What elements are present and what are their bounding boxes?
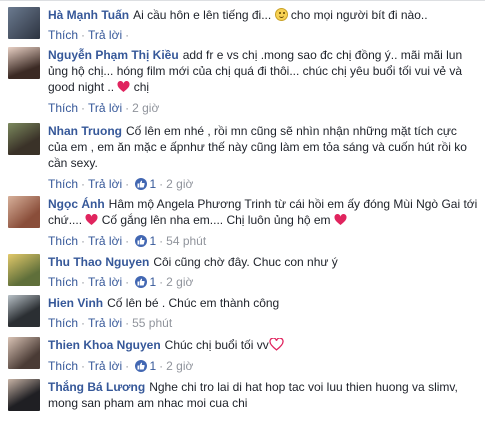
commenter-name[interactable]: Nguyễn Phạm Thị Kiều bbox=[48, 48, 179, 62]
commenter-name[interactable]: Thien Khoa Nguyen bbox=[48, 338, 161, 352]
timestamp[interactable]: 2 giờ bbox=[166, 359, 193, 373]
comment-actions: Thích · Trả lời · 1 · 2 giờ bbox=[48, 359, 193, 373]
comment-list: Hà Mạnh Tuấn Ai cầu hôn e lên tiếng đi...… bbox=[0, 0, 485, 438]
smile-emoji-icon bbox=[274, 8, 288, 21]
comment-body: Ngọc Ánh Hâm mộ Angela Phương Trinh từ cá… bbox=[48, 196, 479, 228]
like-count[interactable]: 1 bbox=[149, 359, 156, 373]
commenter-name[interactable]: Nhan Truong bbox=[48, 124, 122, 138]
comment-text: Côi cũng chờ đây. Chuc con như ý bbox=[153, 255, 338, 269]
like-link[interactable]: Thích bbox=[48, 177, 78, 191]
comment-text-mid: Cố gắng lên nha em.... Chị luôn ủng hộ e… bbox=[98, 213, 334, 227]
comment-actions: Thích · Trả lời · 2 giờ bbox=[48, 101, 159, 115]
separator: · bbox=[125, 234, 130, 248]
like-count[interactable]: 1 bbox=[149, 234, 156, 248]
heart-icon bbox=[117, 81, 130, 92]
comment-actions: Thích · Trả lời · 1 · 2 giờ bbox=[48, 177, 193, 191]
separator: · bbox=[81, 316, 86, 330]
comment-actions: Thích · Trả lời · bbox=[48, 28, 132, 42]
avatar[interactable] bbox=[8, 295, 40, 327]
avatar[interactable] bbox=[8, 196, 40, 228]
reply-link[interactable]: Trả lời bbox=[88, 316, 122, 330]
comment-body: Nguyễn Phạm Thị Kiều add fr e vs chị .mon… bbox=[48, 47, 479, 95]
heart-icon bbox=[85, 214, 98, 225]
separator: · bbox=[81, 177, 86, 191]
comment-body: Hien Vinh Cố lên bé . Chúc em thành công bbox=[48, 295, 479, 311]
comment-actions: Thích · Trả lời · 1 · 54 phút bbox=[48, 234, 206, 248]
avatar[interactable] bbox=[8, 123, 40, 155]
like-link[interactable]: Thích bbox=[48, 234, 78, 248]
comment-text-tail: chị bbox=[133, 80, 150, 94]
timestamp[interactable]: 2 giờ bbox=[166, 177, 193, 191]
separator: · bbox=[159, 177, 164, 191]
separator: · bbox=[81, 101, 86, 115]
comment-body: Thu Thao Nguyen Côi cũng chờ đây. Chuc co… bbox=[48, 254, 479, 270]
like-count-icon bbox=[135, 360, 148, 372]
timestamp[interactable]: 55 phút bbox=[132, 316, 172, 330]
reply-link[interactable]: Trả lời bbox=[88, 234, 122, 248]
comment-body: Thắng Bá Lương Nghe chi tro lai di hat ho… bbox=[48, 379, 479, 411]
heart-icon bbox=[269, 338, 284, 351]
like-count[interactable]: 1 bbox=[149, 177, 156, 191]
separator: · bbox=[81, 234, 86, 248]
timestamp[interactable]: 2 giờ bbox=[166, 275, 193, 289]
comment-text: Ai cầu hôn e lên tiếng đi... bbox=[133, 8, 272, 22]
reply-link[interactable]: Trả lời bbox=[88, 359, 122, 373]
commenter-name[interactable]: Thu Thao Nguyen bbox=[48, 255, 149, 269]
separator: · bbox=[125, 316, 130, 330]
comment-body: Nhan Truong Cố lên em nhé , rồi mn cũng s… bbox=[48, 123, 479, 171]
like-count-icon bbox=[135, 235, 148, 247]
avatar[interactable] bbox=[8, 379, 40, 411]
separator: · bbox=[81, 359, 86, 373]
heart-icon bbox=[334, 214, 347, 225]
comment-text-tail: cho mọi người bít đi nào.. bbox=[287, 8, 428, 22]
comment-text: Cố lên bé . Chúc em thành công bbox=[107, 296, 280, 310]
separator: · bbox=[125, 177, 130, 191]
like-link[interactable]: Thích bbox=[48, 28, 78, 42]
comment-text: Chúc chị buổi tối vv bbox=[164, 338, 269, 352]
separator: · bbox=[159, 234, 164, 248]
commenter-name[interactable]: Hà Mạnh Tuấn bbox=[48, 8, 129, 22]
like-count-icon bbox=[135, 276, 148, 288]
separator: · bbox=[81, 28, 86, 42]
timestamp[interactable]: 54 phút bbox=[166, 234, 206, 248]
separator: · bbox=[125, 28, 130, 42]
separator: · bbox=[159, 275, 164, 289]
like-link[interactable]: Thích bbox=[48, 101, 78, 115]
like-link[interactable]: Thích bbox=[48, 359, 78, 373]
reply-link[interactable]: Trả lời bbox=[88, 28, 122, 42]
avatar[interactable] bbox=[8, 337, 40, 369]
reply-link[interactable]: Trả lời bbox=[88, 101, 122, 115]
separator: · bbox=[159, 359, 164, 373]
like-count-icon bbox=[135, 178, 148, 190]
commenter-name[interactable]: Thắng Bá Lương bbox=[48, 380, 145, 394]
separator: · bbox=[125, 101, 130, 115]
like-link[interactable]: Thích bbox=[48, 316, 78, 330]
comment-body: Thien Khoa Nguyen Chúc chị buổi tối vv bbox=[48, 337, 479, 353]
comment-actions: Thích · Trả lời · 55 phút bbox=[48, 316, 172, 330]
avatar[interactable] bbox=[8, 7, 40, 39]
reply-link[interactable]: Trả lời bbox=[88, 275, 122, 289]
timestamp[interactable]: 2 giờ bbox=[132, 101, 159, 115]
reply-link[interactable]: Trả lời bbox=[88, 177, 122, 191]
comment-body: Hà Mạnh Tuấn Ai cầu hôn e lên tiếng đi...… bbox=[48, 7, 479, 23]
avatar[interactable] bbox=[8, 254, 40, 286]
separator: · bbox=[125, 275, 130, 289]
separator: · bbox=[125, 359, 130, 373]
commenter-name[interactable]: Ngọc Ánh bbox=[48, 197, 105, 211]
like-count[interactable]: 1 bbox=[149, 275, 156, 289]
like-link[interactable]: Thích bbox=[48, 275, 78, 289]
avatar[interactable] bbox=[8, 47, 40, 79]
commenter-name[interactable]: Hien Vinh bbox=[48, 296, 103, 310]
separator: · bbox=[81, 275, 86, 289]
comment-actions: Thích · Trả lời · 1 · 2 giờ bbox=[48, 275, 193, 289]
